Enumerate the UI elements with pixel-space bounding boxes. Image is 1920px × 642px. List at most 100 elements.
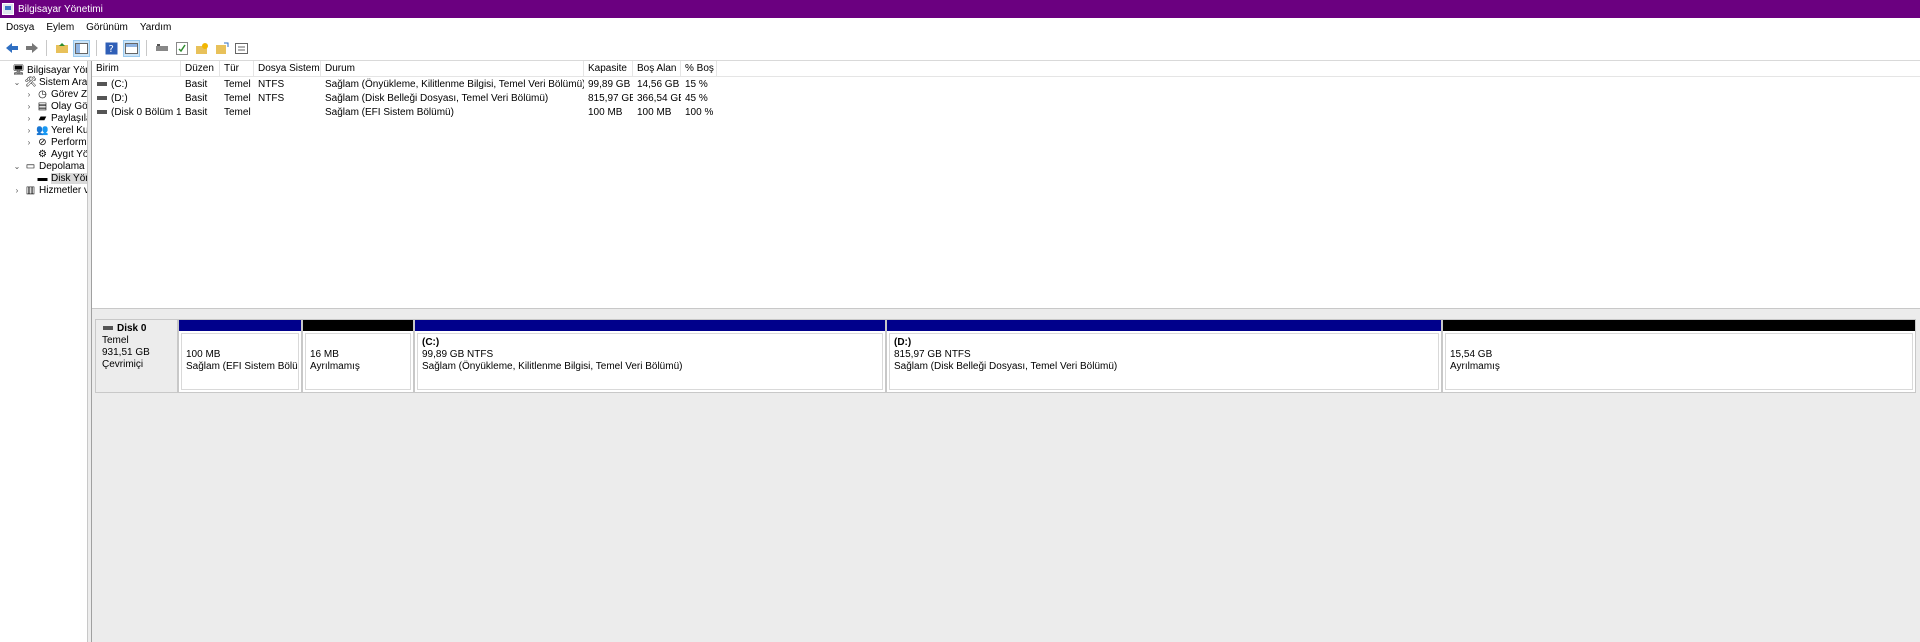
toolbar: ? bbox=[0, 36, 1920, 61]
disk-size: 931,51 GB bbox=[102, 347, 150, 358]
volume-icon bbox=[97, 110, 107, 115]
disk-type: Temel bbox=[102, 335, 129, 346]
tree-item-10[interactable]: ›▥Hizmetler ve bbox=[12, 183, 87, 197]
cell-free-space: 366,54 GB bbox=[637, 93, 681, 104]
cell-filesystem bbox=[254, 106, 321, 120]
properties-icon[interactable] bbox=[233, 40, 250, 57]
collapse-icon[interactable]: ⌄ bbox=[12, 78, 22, 87]
volume-name: (Disk 0 Bölüm 1) bbox=[111, 107, 181, 118]
show-hide-console-tree-icon[interactable] bbox=[73, 39, 90, 57]
partition-info: 16 MB Ayrılmamış bbox=[305, 333, 411, 390]
partition-status: Ayrılmamış bbox=[310, 361, 360, 372]
computer-management-icon bbox=[2, 3, 14, 15]
collapse-icon[interactable]: ⌄ bbox=[12, 162, 22, 171]
console-tree[interactable]: 🖥Bilgisayar Yöneti⌄🛠Sistem Araçl›◷Görev … bbox=[0, 61, 88, 642]
partition-size: 15,54 GB bbox=[1450, 349, 1493, 360]
cell-status: Sağlam (Önyükleme, Kilitlenme Bilgisi, T… bbox=[325, 79, 584, 90]
back-icon[interactable] bbox=[3, 40, 20, 57]
volume-list[interactable]: Birim Düzen Tür Dosya Sistemi Durum Kapasite B… bbox=[92, 61, 1920, 309]
volume-list-header: Birim Düzen Tür Dosya Sistemi Durum Kapasite B… bbox=[92, 61, 1920, 77]
menu-action[interactable]: Eylem bbox=[40, 22, 80, 33]
partition-info: (C:) 99,89 GB NTFS Sağlam (Önyükleme, Kili… bbox=[417, 333, 883, 390]
table-row[interactable]: (Disk 0 Bölüm 1) Basit Temel Sağlam (EFI Si… bbox=[92, 106, 1920, 120]
toolbar-separator bbox=[46, 40, 47, 56]
table-row[interactable]: (D:) Basit Temel NTFS Sağlam (Disk Belleği D… bbox=[92, 92, 1920, 106]
partition-block[interactable]: (C:) 99,89 GB NTFS Sağlam (Önyükleme, Kili… bbox=[414, 319, 886, 393]
partition-status: Sağlam (EFI Sistem Bölümü) bbox=[186, 361, 298, 372]
toolbar-separator bbox=[146, 40, 147, 56]
expand-icon[interactable]: › bbox=[12, 186, 22, 195]
disk-label[interactable]: Disk 0 Temel 931,51 GB Çevrimiçi bbox=[95, 319, 178, 393]
partition-info: 15,54 GB Ayrılmamış bbox=[1445, 333, 1913, 390]
expand-icon[interactable]: › bbox=[24, 138, 34, 147]
up-folder-icon[interactable] bbox=[53, 40, 70, 57]
volume-name: (D:) bbox=[111, 93, 128, 104]
column-header-layout[interactable]: Düzen bbox=[181, 61, 220, 77]
expand-icon[interactable]: › bbox=[24, 90, 34, 99]
column-header-status[interactable]: Durum bbox=[321, 61, 584, 77]
cell-volume: (Disk 0 Bölüm 1) bbox=[92, 106, 181, 120]
cell-volume: (D:) bbox=[92, 92, 181, 106]
show-hide-action-pane-icon[interactable] bbox=[123, 39, 140, 57]
expand-icon[interactable]: › bbox=[24, 102, 34, 111]
tree-item-label: Hizmetler ve bbox=[39, 184, 87, 196]
column-header-percent-free[interactable]: % Boş bbox=[681, 61, 717, 77]
cell-type: Temel bbox=[224, 93, 251, 104]
table-row[interactable]: (C:) Basit Temel NTFS Sağlam (Önyükleme, Kil… bbox=[92, 78, 1920, 92]
tree-item-label: Yerel Kul bbox=[51, 124, 88, 136]
partition-block[interactable]: (D:) 815,97 GB NTFS Sağlam (Disk Belleği D… bbox=[886, 319, 1442, 393]
partition-color-bar bbox=[1443, 320, 1915, 331]
partition-color-bar bbox=[887, 320, 1441, 331]
partition-name bbox=[186, 337, 294, 349]
column-header-capacity[interactable]: Kapasite bbox=[584, 61, 633, 77]
cell-type: Temel bbox=[224, 107, 251, 118]
partition-info: (D:) 815,97 GB NTFS Sağlam (Disk Belleği D… bbox=[889, 333, 1439, 390]
expand-icon[interactable]: › bbox=[24, 126, 34, 135]
tree-item-label: Bilgisayar Yöneti bbox=[27, 64, 87, 76]
expand-icon[interactable]: › bbox=[24, 114, 34, 123]
menu-file[interactable]: Dosya bbox=[0, 22, 40, 33]
title-bar: Bilgisayar Yönetimi bbox=[0, 0, 1920, 18]
menu-bar: Dosya Eylem Görünüm Yardım bbox=[0, 18, 1920, 36]
cell-layout: Basit bbox=[185, 93, 208, 104]
partition-block[interactable]: 15,54 GB Ayrılmamış bbox=[1442, 319, 1916, 393]
cell-filesystem: NTFS bbox=[258, 93, 285, 104]
window-title: Bilgisayar Yönetimi bbox=[18, 3, 103, 15]
partition-name: (D:) bbox=[894, 337, 912, 348]
cell-free-space: 14,56 GB bbox=[637, 79, 680, 90]
partition-block[interactable]: 16 MB Ayrılmamış bbox=[302, 319, 414, 393]
volume-icon bbox=[97, 82, 107, 87]
tree-item-label: Aygıt Yö bbox=[51, 148, 88, 160]
menu-help[interactable]: Yardım bbox=[134, 22, 178, 33]
import-icon[interactable] bbox=[213, 40, 230, 57]
cell-type: Temel bbox=[224, 79, 251, 90]
partition-status: Ayrılmamış bbox=[1450, 361, 1500, 372]
disk-graphical-view[interactable]: Disk 0 Temel 931,51 GB Çevrimiçi 100 MB S… bbox=[92, 309, 1920, 642]
help-icon[interactable]: ? bbox=[103, 40, 120, 57]
partition-status: Sağlam (Disk Belleği Dosyası, Temel Veri… bbox=[894, 361, 1118, 372]
volume-icon bbox=[97, 96, 107, 101]
disk-icon bbox=[103, 326, 113, 331]
cell-layout: Basit bbox=[185, 107, 208, 118]
column-header-volume[interactable]: Birim bbox=[92, 61, 181, 77]
partition-name bbox=[1450, 337, 1908, 349]
tree-item-label: Olay Gör bbox=[51, 100, 88, 112]
cell-volume: (C:) bbox=[92, 78, 181, 92]
checklist-icon[interactable] bbox=[173, 40, 190, 57]
forward-icon[interactable] bbox=[23, 40, 40, 57]
cell-layout: Basit bbox=[185, 79, 208, 90]
services-icon: ▥ bbox=[25, 184, 36, 196]
new-folder-icon[interactable] bbox=[193, 40, 210, 57]
menu-view[interactable]: Görünüm bbox=[80, 22, 134, 33]
tree-item-label: Depolama bbox=[39, 160, 85, 172]
column-header-type[interactable]: Tür bbox=[220, 61, 254, 77]
tree-item-label: Sistem Araçl bbox=[39, 76, 88, 88]
connect-drive-icon[interactable] bbox=[153, 40, 170, 57]
partition-block[interactable]: 100 MBSağlam (EFI Sistem Bölümü) bbox=[178, 319, 302, 393]
column-header-filesystem[interactable]: Dosya Sistemi bbox=[254, 61, 321, 77]
cell-free-space: 100 MB bbox=[637, 107, 672, 118]
column-header-free-space[interactable]: Boş Alan bbox=[633, 61, 681, 77]
cell-percent-free: 45 % bbox=[685, 93, 708, 104]
cell-capacity: 100 MB bbox=[588, 107, 623, 118]
partition-size: 16 MB bbox=[310, 349, 339, 360]
